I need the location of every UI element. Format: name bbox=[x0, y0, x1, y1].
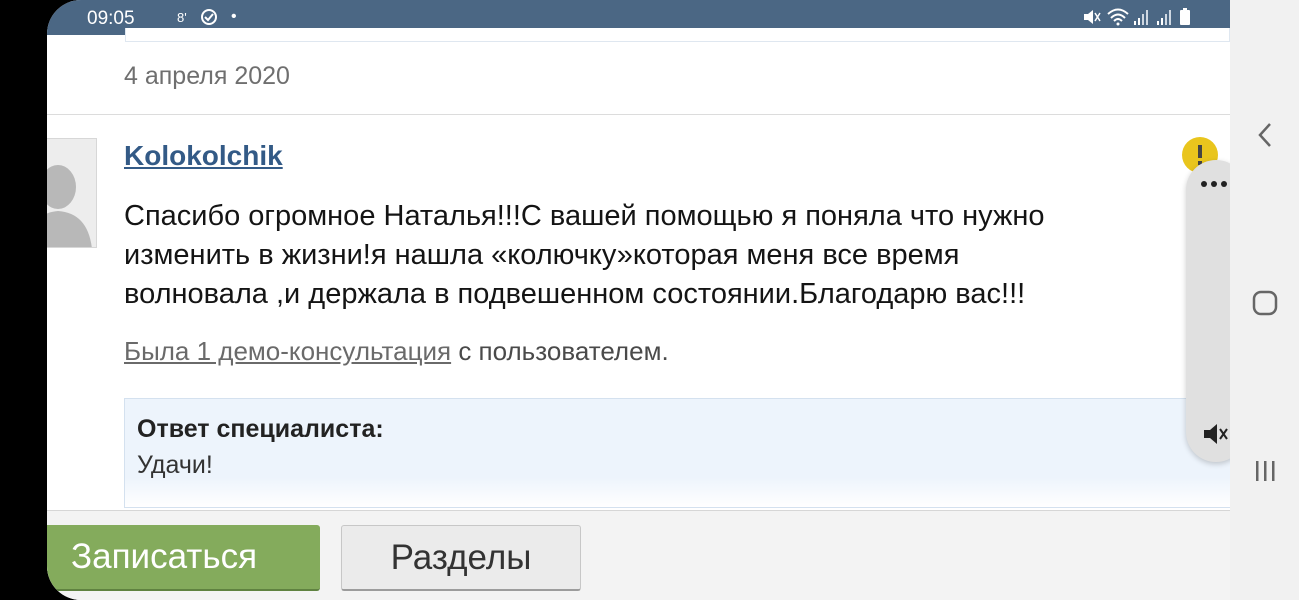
avatar[interactable] bbox=[47, 138, 97, 248]
android-nav-bar bbox=[1230, 0, 1299, 600]
sections-button[interactable]: Разделы bbox=[341, 525, 581, 591]
post-date: 4 апреля 2020 bbox=[124, 62, 290, 90]
bottom-bar: Записаться Разделы bbox=[47, 510, 1230, 600]
wifi-calling-icon: 8' bbox=[177, 10, 187, 25]
previous-post-card bbox=[125, 28, 1230, 42]
screen: 09:05 8' • 4 апреля 2020 Kolokolchik Спа… bbox=[47, 0, 1230, 600]
specialist-answer-label: Ответ специалиста: bbox=[137, 415, 384, 443]
home-icon[interactable] bbox=[1242, 280, 1287, 325]
back-icon[interactable] bbox=[1242, 112, 1287, 157]
message-line: Спасибо огромное Наталья!!!С вашей помощ… bbox=[124, 200, 1045, 232]
divider bbox=[47, 114, 1230, 115]
floating-side-panel[interactable] bbox=[1186, 160, 1230, 462]
username-link[interactable]: Kolokolchik bbox=[124, 140, 283, 172]
status-time: 09:05 bbox=[87, 8, 135, 29]
signup-button[interactable]: Записаться bbox=[47, 525, 320, 591]
specialist-answer-box: Ответ специалиста: Удачи! bbox=[124, 398, 1230, 508]
message-line: волновала ,и держала в подвешенном состо… bbox=[124, 278, 1026, 310]
post-message: Спасибо огромное Наталья!!!С вашей помощ… bbox=[124, 197, 1174, 314]
message-line: изменить в жизни!я нашла «колючку»котора… bbox=[124, 239, 960, 271]
answer-fade bbox=[125, 477, 1230, 507]
demo-consultation-link[interactable]: Была 1 демо-консультация bbox=[124, 336, 451, 366]
dot-icon: • bbox=[231, 8, 237, 25]
mute-icon[interactable] bbox=[1202, 422, 1230, 451]
recents-icon[interactable] bbox=[1242, 448, 1287, 493]
more-horizontal-icon[interactable] bbox=[1198, 176, 1230, 197]
specialist-answer-text: Удачи! bbox=[137, 451, 213, 479]
demo-consultation-suffix: с пользователем. bbox=[451, 336, 669, 366]
demo-consultation-line: Была 1 демо-консультация с пользователем… bbox=[124, 336, 669, 367]
